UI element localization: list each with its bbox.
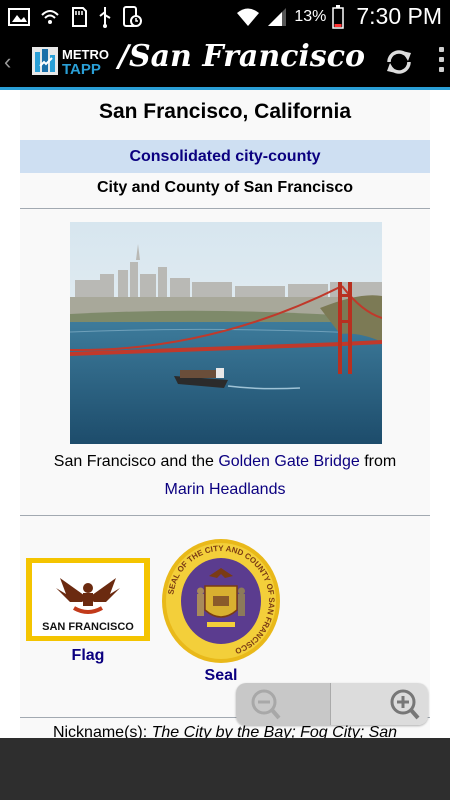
bottom-bar — [0, 738, 450, 800]
logo-tapp-text: TAPP — [62, 61, 101, 78]
refresh-button[interactable] — [382, 45, 416, 79]
zoom-out-icon — [251, 689, 281, 720]
infobox: San Francisco, California Consolidated c… — [20, 90, 430, 738]
wifi-signal-icon — [237, 8, 260, 26]
overflow-menu-button[interactable] — [436, 47, 446, 79]
gallery-icon — [8, 8, 30, 26]
caption-prefix: San Francisco and the — [53, 453, 219, 470]
page-title: /San Francisco — [118, 39, 365, 74]
device-clock-icon — [123, 6, 142, 27]
status-bar: 13% 7:30 PM — [0, 0, 450, 33]
caption-middle: from — [359, 453, 397, 470]
flag-link[interactable]: Flag — [26, 647, 150, 665]
refresh-icon — [387, 50, 411, 74]
flag-image[interactable]: SAN FRANCISCO — [26, 558, 150, 641]
app-logo[interactable]: METRO TAPP — [30, 44, 118, 78]
zoom-in-icon — [390, 689, 420, 720]
divider — [20, 515, 430, 516]
action-bar: ‹ METRO TAPP /San Francisco — [0, 33, 450, 90]
clock: 7:30 PM — [356, 3, 442, 29]
nickname-row: Nickname(s): The City by the Bay; Fog Ci… — [20, 724, 430, 738]
nickname-value: The City by the Bay; Fog City; San — [151, 724, 398, 738]
marin-headlands-link[interactable]: Marin Headlands — [165, 481, 286, 498]
zoom-controls — [236, 683, 428, 725]
sd-card-icon — [72, 7, 87, 27]
battery-percent: 13% — [294, 7, 327, 25]
wifi-notification-icon — [41, 10, 59, 24]
city-photo[interactable] — [70, 222, 382, 444]
divider — [20, 208, 430, 209]
infobox-type[interactable]: Consolidated city-county — [20, 140, 430, 173]
zoom-in-button[interactable] — [331, 683, 428, 725]
usb-icon — [99, 7, 111, 28]
image-caption: San Francisco and the Golden Gate Bridge… — [20, 448, 430, 504]
nickname-label: Nickname(s): — [52, 724, 152, 738]
logo-metro-text: METRO — [62, 47, 109, 62]
cell-signal-icon — [268, 7, 287, 26]
official-name: City and County of San Francisco — [96, 179, 354, 196]
golden-gate-bridge-link[interactable]: Golden Gate Bridge — [218, 453, 359, 470]
back-chevron-icon[interactable]: ‹ — [4, 49, 11, 75]
infobox-title: San Francisco, California — [98, 100, 352, 123]
battery-icon — [332, 4, 345, 29]
web-content[interactable]: San Francisco, California Consolidated c… — [0, 90, 450, 738]
seal-image[interactable]: SEAL OF THE CITY AND COUNTY OF SAN FRANC… — [161, 538, 281, 664]
zoom-out-button[interactable] — [236, 683, 331, 725]
flag-text: SAN FRANCISCO — [42, 621, 134, 633]
